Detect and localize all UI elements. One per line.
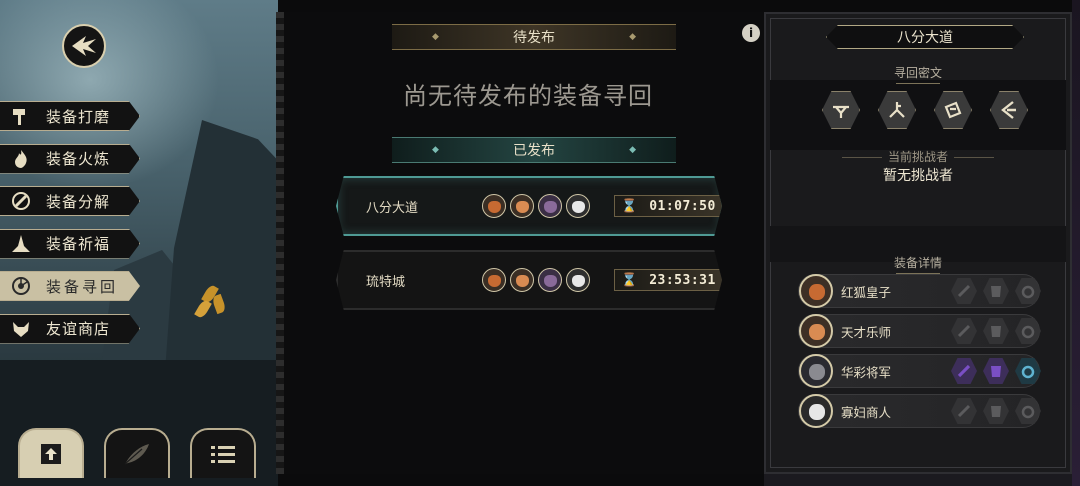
pray-icon (10, 233, 32, 255)
detail-panel: 八分大道 寻回密文 当前挑战者 暂无挑战者 装备详情 红狐皇子 天才乐师 华彩将… (764, 12, 1072, 474)
menu-item-label: 装备打磨 (46, 107, 111, 126)
menu-item-retrieve[interactable]: 装备寻回 (0, 271, 140, 301)
hero-name: 华彩将军 (841, 364, 892, 380)
quest-name: 琉特城 (366, 274, 406, 290)
hourglass-icon: ⌛ (621, 272, 638, 288)
armor-slot-icon[interactable] (983, 318, 1009, 344)
menu-item-label: 装备火炼 (46, 150, 111, 168)
hero-equipment-row[interactable]: 华彩将军 (798, 354, 1041, 388)
musician-portrait (510, 268, 534, 292)
feather-icon (124, 444, 149, 465)
hero-name: 寡妇商人 (841, 404, 892, 420)
back-button[interactable] (62, 24, 106, 68)
challenger-label: 当前挑战者 (766, 148, 1070, 165)
challenger-value: 暂无挑战者 (883, 168, 953, 184)
detail-section-label: 装备详情 (766, 254, 1070, 274)
upload-icon (41, 444, 61, 464)
weapon-slot-icon[interactable] (951, 358, 977, 384)
quest-row[interactable]: 八分大道 ⌛ 01:07:50 (336, 176, 722, 236)
menu-item-friend-shop[interactable]: 友谊商店 (0, 313, 140, 344)
retrieve-panel: ◆ 待发布 ◆ i 尚无待发布的装备寻回 ◆ 已发布 ◆ 八分大道 ⌛ 01:0… (276, 12, 764, 474)
pending-title: 待发布 (513, 30, 555, 46)
merchant-portrait (566, 194, 590, 218)
musician-portrait (510, 194, 534, 218)
menu-item-polish[interactable]: 装备打磨 (0, 101, 140, 131)
general-avatar (799, 354, 833, 388)
armor-slot-icon[interactable] (983, 398, 1009, 424)
bottom-tab-bar (18, 428, 256, 478)
fox-prince-portrait (482, 268, 506, 292)
hero-equipment-row[interactable]: 寡妇商人 (798, 394, 1041, 428)
fox-shop-icon (10, 318, 32, 340)
fox-prince-avatar (799, 274, 833, 308)
hero-equipment-row[interactable]: 红狐皇子 (798, 274, 1041, 308)
timer: ⌛ 01:07:50 (614, 195, 722, 217)
menu-item-label: 友谊商店 (46, 320, 111, 338)
tab-list[interactable] (190, 428, 256, 478)
flame-icon (10, 148, 32, 170)
merchant-avatar (799, 394, 833, 428)
menu-item-label: 装备寻回 (46, 277, 119, 296)
merchant-portrait (566, 268, 590, 292)
feature-menu: 装备打磨 装备火炼 装备分解 装备祈福 装备寻回 友谊商店 (0, 101, 140, 356)
timer-value: 01:07:50 (649, 198, 716, 214)
general-portrait (538, 194, 562, 218)
hero-portraits (482, 194, 590, 218)
list-icon (211, 446, 235, 463)
weapon-slot-icon[interactable] (951, 318, 977, 344)
info-icon[interactable]: i (742, 24, 760, 42)
armor-slot-icon[interactable] (983, 358, 1009, 384)
hero-equipment-row[interactable]: 天才乐师 (798, 314, 1041, 348)
ring-slot-icon[interactable] (1015, 318, 1041, 344)
cipher-section-label: 寻回密文 (766, 64, 1070, 84)
disassemble-icon (10, 190, 32, 212)
detail-title: 八分大道 (826, 25, 1024, 49)
hero-name: 红狐皇子 (841, 284, 892, 300)
empty-message: 尚无待发布的装备寻回 (403, 82, 653, 110)
ring-slot-icon[interactable] (1015, 398, 1041, 424)
tab-feather[interactable] (104, 428, 170, 478)
musician-avatar (799, 314, 833, 348)
ring-slot-icon[interactable] (1015, 278, 1041, 304)
weapon-slot-icon[interactable] (951, 398, 977, 424)
fox-prince-portrait (482, 194, 506, 218)
general-portrait (538, 268, 562, 292)
hero-portraits (482, 268, 590, 292)
weapon-slot-icon[interactable] (951, 278, 977, 304)
cipher-glyphs (822, 91, 1028, 129)
cipher-glyph-2-icon[interactable] (878, 91, 916, 129)
cipher-glyph-3-icon[interactable] (934, 91, 972, 129)
timer-value: 23:53:31 (649, 272, 716, 288)
pending-header: ◆ 待发布 ◆ (392, 24, 676, 50)
back-arrow-icon (72, 36, 96, 56)
tab-upload[interactable] (18, 428, 84, 478)
quest-row[interactable]: 琉特城 ⌛ 23:53:31 (336, 250, 722, 310)
quest-name: 八分大道 (366, 200, 419, 216)
hourglass-icon: ⌛ (621, 198, 638, 214)
menu-item-label: 装备祈福 (46, 235, 111, 253)
ring-slot-icon[interactable] (1015, 358, 1041, 384)
menu-item-forge[interactable]: 装备火炼 (0, 143, 140, 174)
cipher-glyph-4-icon[interactable] (990, 91, 1028, 129)
hammer-icon (10, 105, 32, 127)
retrieve-icon (10, 275, 32, 297)
menu-item-pray[interactable]: 装备祈福 (0, 228, 140, 259)
menu-item-label: 装备分解 (46, 192, 111, 211)
published-title: 已发布 (513, 143, 555, 159)
cipher-glyph-1-icon[interactable] (822, 91, 860, 129)
published-header: ◆ 已发布 ◆ (392, 137, 676, 163)
armor-slot-icon[interactable] (983, 278, 1009, 304)
hero-name: 天才乐师 (841, 324, 892, 340)
menu-item-disassemble[interactable]: 装备分解 (0, 186, 140, 216)
timer: ⌛ 23:53:31 (614, 269, 722, 291)
